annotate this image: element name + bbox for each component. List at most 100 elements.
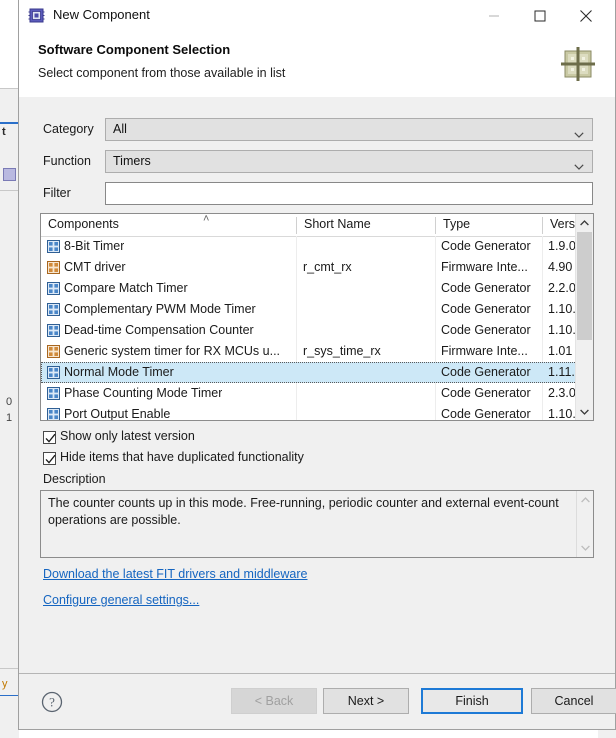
component-grid-blue-icon xyxy=(47,240,60,253)
page-title: Software Component Selection xyxy=(38,42,231,57)
checkbox-box xyxy=(43,452,56,465)
function-value: Timers xyxy=(113,154,151,168)
cell-type: Code Generator xyxy=(441,302,531,316)
filter-input[interactable] xyxy=(105,182,593,205)
next-button[interactable]: Next > xyxy=(323,688,409,714)
category-row: Category All xyxy=(19,118,615,142)
category-select[interactable]: All xyxy=(105,118,593,141)
dialog-title: New Component xyxy=(53,7,150,22)
bg-divider xyxy=(0,668,19,669)
cell-version: 1.10.0 xyxy=(548,302,577,316)
finish-button[interactable]: Finish xyxy=(421,688,523,714)
category-value: All xyxy=(113,122,127,136)
cell-version: 1.11.0 xyxy=(548,365,577,379)
cell-type: Firmware Inte... xyxy=(441,260,528,274)
description-box: The counter counts up in this mode. Free… xyxy=(40,490,594,558)
component-grid-blue-icon xyxy=(47,324,60,337)
page-subtitle: Select component from those available in… xyxy=(38,66,286,80)
table-row[interactable]: Generic system timer for RX MCUs u... r_s… xyxy=(41,341,577,362)
help-icon[interactable]: ? xyxy=(41,691,63,713)
close-icon[interactable] xyxy=(563,0,609,31)
cell-type: Code Generator xyxy=(441,365,531,379)
table-body: 8-Bit Timer Code Generator 1.9.0 CMT driver… xyxy=(41,236,577,421)
bg-accent-line xyxy=(0,695,19,696)
hide-duplicated-label: Hide items that have duplicated function… xyxy=(60,450,304,464)
component-grid-orange-icon xyxy=(47,261,60,274)
table-row[interactable]: CMT driver r_cmt_rx Firmware Inte... 4.90 xyxy=(41,257,577,278)
table-row[interactable]: 8-Bit Timer Code Generator 1.9.0 xyxy=(41,236,577,257)
cell-version: 1.10.0 xyxy=(548,323,577,337)
bg-label: y xyxy=(2,678,8,690)
dialog-footer: ? < Back Next > Finish Cancel xyxy=(19,673,616,729)
cell-type: Code Generator xyxy=(441,407,531,421)
dialog-titlebar: New Component xyxy=(19,0,615,33)
scroll-up-icon[interactable] xyxy=(576,214,593,231)
list-scrollbar[interactable] xyxy=(575,214,593,420)
show-latest-version-label: Show only latest version xyxy=(60,429,195,443)
scroll-down-icon[interactable] xyxy=(576,403,593,420)
cancel-button[interactable]: Cancel xyxy=(531,688,616,714)
cell-type: Code Generator xyxy=(441,239,531,253)
bg-number: 0 xyxy=(6,396,13,408)
cell-component-name: Complementary PWM Mode Timer xyxy=(64,302,256,316)
dialog-body: Category All Function Timers Filter Comp… xyxy=(19,97,615,673)
cell-component-name: Phase Counting Mode Timer xyxy=(64,386,223,400)
cell-version: 1.9.0 xyxy=(548,239,576,253)
ide-background-left: t 0 1 y xyxy=(0,0,19,738)
function-label: Function xyxy=(43,154,91,168)
description-label: Description xyxy=(43,472,106,486)
bg-divider xyxy=(0,88,19,89)
column-header-components[interactable]: Components ˄ xyxy=(41,214,296,236)
cell-version: 1.10.0 xyxy=(548,407,577,421)
table-row[interactable]: Normal Mode Timer Code Generator 1.11.0 xyxy=(41,362,577,383)
bg-component-icon xyxy=(3,168,16,181)
new-component-dialog: New Component Software Component Selecti… xyxy=(18,0,616,730)
cell-version: 2.2.0 xyxy=(548,281,576,295)
component-grid-blue-icon xyxy=(47,282,60,295)
cell-component-name: Generic system timer for RX MCUs u... xyxy=(64,344,281,358)
table-row[interactable]: Compare Match Timer Code Generator 2.2.0 xyxy=(41,278,577,299)
table-header-row: Components ˄ Short Name Type Versi... xyxy=(41,214,593,237)
chevron-down-icon xyxy=(574,159,584,173)
column-header-short-name[interactable]: Short Name xyxy=(297,214,435,236)
category-label: Category xyxy=(43,122,94,136)
cell-component-name: Port Output Enable xyxy=(64,407,171,421)
table-row[interactable]: Complementary PWM Mode Timer Code Generat… xyxy=(41,299,577,320)
table-row[interactable]: Dead-time Compensation Counter Code Gener… xyxy=(41,320,577,341)
dialog-header: Software Component Selection Select comp… xyxy=(19,33,615,98)
cell-short-name: r_sys_time_rx xyxy=(303,344,381,358)
maximize-icon[interactable] xyxy=(517,0,563,31)
chevron-down-icon xyxy=(574,127,584,141)
components-table[interactable]: Components ˄ Short Name Type Versi... 8-… xyxy=(40,213,594,421)
bg-panel xyxy=(0,0,19,88)
cell-type: Firmware Inte... xyxy=(441,344,528,358)
bg-divider xyxy=(0,190,19,191)
component-grid-blue-icon xyxy=(47,303,60,316)
description-scrollbar[interactable] xyxy=(576,491,593,557)
configure-general-settings-link[interactable]: Configure general settings... xyxy=(43,593,199,607)
cell-component-name: CMT driver xyxy=(64,260,126,274)
filter-label: Filter xyxy=(43,186,71,200)
cell-component-name: Dead-time Compensation Counter xyxy=(64,323,254,337)
filter-row: Filter xyxy=(19,182,615,206)
function-select[interactable]: Timers xyxy=(105,150,593,173)
back-button[interactable]: < Back xyxy=(231,688,317,714)
cell-version: 1.01 xyxy=(548,344,573,358)
cell-type: Code Generator xyxy=(441,386,531,400)
table-row[interactable]: Port Output Enable Code Generator 1.10.0 xyxy=(41,404,577,421)
minimize-icon[interactable] xyxy=(471,0,517,31)
column-header-version[interactable]: Versi... xyxy=(543,214,588,236)
component-grid-blue-icon xyxy=(47,408,60,420)
checkbox-box xyxy=(43,431,56,444)
cell-type: Code Generator xyxy=(441,323,531,337)
scrollbar-thumb[interactable] xyxy=(577,232,592,340)
table-row[interactable]: Phase Counting Mode Timer Code Generator 2… xyxy=(41,383,577,404)
bg-label: t xyxy=(2,126,6,138)
bg-accent-line xyxy=(0,122,19,124)
column-header-type[interactable]: Type xyxy=(436,214,542,236)
description-text: The counter counts up in this mode. Free… xyxy=(48,496,559,527)
download-fit-drivers-link[interactable]: Download the latest FIT drivers and midd… xyxy=(43,567,307,581)
sort-ascending-icon: ˄ xyxy=(203,213,210,225)
cell-component-name: Compare Match Timer xyxy=(64,281,188,295)
grid-panes-icon xyxy=(556,42,600,86)
